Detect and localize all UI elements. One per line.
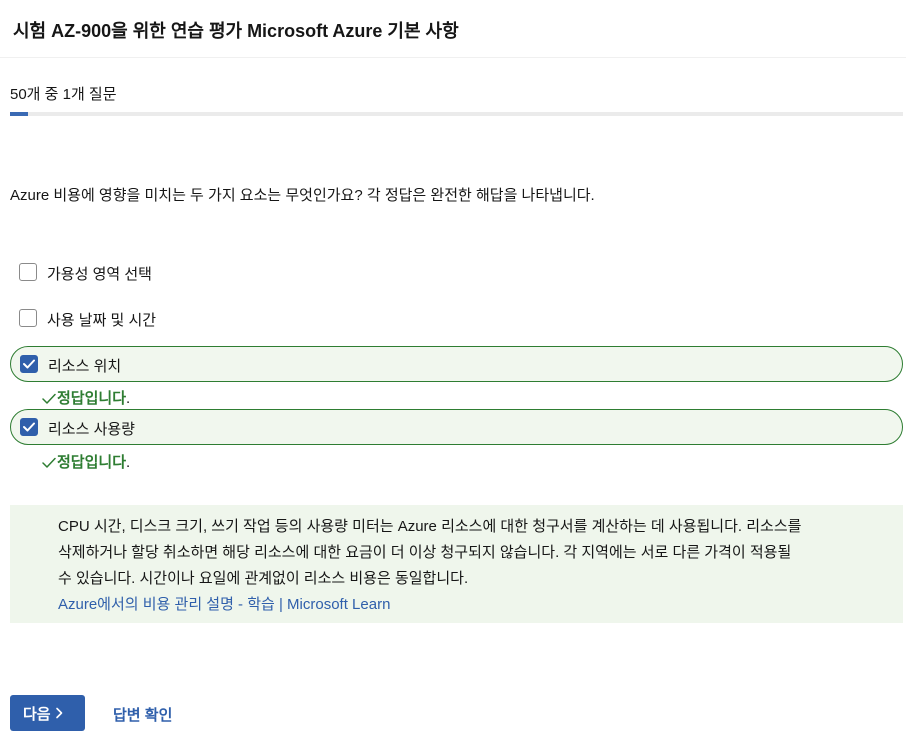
feedback-period: . [126, 390, 131, 407]
progress-label: 50개 중 1개 질문 [10, 86, 117, 103]
explanation-line: CPU 시간, 디스크 크기, 쓰기 작업 등의 사용량 미터는 Azure 리… [58, 518, 802, 535]
next-button[interactable]: 다음 [10, 695, 85, 731]
checkmark-icon [23, 359, 35, 369]
checkmark-icon [23, 422, 35, 432]
option-usage-date-time[interactable]: 사용 날짜 및 시간 [10, 301, 903, 337]
header: 시험 AZ-900을 위한 연습 평가 Microsoft Azure 기본 사… [0, 0, 906, 58]
checkbox-checked[interactable] [20, 418, 38, 436]
explanation-line: 삭제하거나 할당 취소하면 해당 리소스에 대한 요금이 더 이상 청구되지 않… [58, 544, 792, 561]
checkbox[interactable] [19, 309, 37, 327]
checkbox[interactable] [19, 263, 37, 281]
progress-bar-fill [10, 112, 28, 116]
option-label: 사용 날짜 및 시간 [47, 312, 157, 329]
correct-feedback: 정답입니다. [42, 387, 130, 408]
option-resource-location[interactable]: 리소스 위치 [10, 346, 903, 382]
feedback-text: 정답입니다 [57, 390, 127, 407]
page-title: 시험 AZ-900을 위한 연습 평가 Microsoft Azure 기본 사… [13, 21, 459, 41]
learn-link[interactable]: Azure에서의 비용 관리 설명 - 학습 | Microsoft Learn [58, 592, 883, 618]
chevron-right-icon [55, 706, 63, 723]
checkbox-checked[interactable] [20, 355, 38, 373]
next-button-label: 다음 [23, 705, 51, 723]
check-icon [42, 457, 56, 468]
question-text: Azure 비용에 영향을 미치는 두 가지 요소는 무엇인가요? 각 정답은 … [10, 187, 595, 204]
option-resource-usage[interactable]: 리소스 사용량 [10, 409, 903, 445]
feedback-period: . [126, 454, 131, 471]
correct-feedback: 정답입니다. [42, 451, 130, 472]
explanation-line: 수 있습니다. 시간이나 요일에 관계없이 리소스 비용은 동일합니다. [58, 570, 469, 587]
option-availability-zone[interactable]: 가용성 영역 선택 [10, 255, 903, 291]
feedback-text: 정답입니다 [57, 454, 127, 471]
check-icon [42, 393, 56, 404]
explanation-panel: CPU 시간, 디스크 크기, 쓰기 작업 등의 사용량 미터는 Azure 리… [10, 505, 903, 623]
option-label: 리소스 위치 [48, 358, 122, 375]
option-label: 리소스 사용량 [48, 421, 135, 438]
assessment-page: 시험 AZ-900을 위한 연습 평가 Microsoft Azure 기본 사… [0, 0, 906, 733]
option-label: 가용성 영역 선택 [47, 266, 152, 283]
progress-bar [10, 112, 903, 116]
check-answer-link[interactable]: 답변 확인 [113, 704, 172, 725]
